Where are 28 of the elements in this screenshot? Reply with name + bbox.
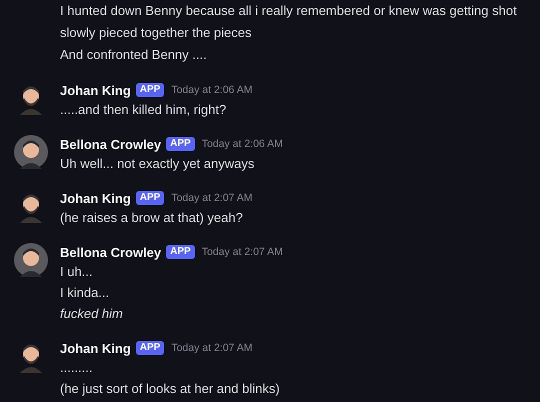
message-text: I kinda... — [60, 284, 110, 302]
timestamp: Today at 2:07 AM — [202, 246, 283, 258]
author-name[interactable]: Johan King — [60, 340, 131, 356]
message-text: I hunted down Benny because all i really remembered or knew was getting shot — [60, 2, 517, 20]
message-text: .....and then killed him, right? — [60, 101, 228, 119]
timestamp: Today at 2:07 AM — [171, 342, 252, 354]
author-name[interactable]: Bellona Crowley — [60, 136, 162, 152]
app-tag: APP — [166, 137, 195, 151]
message-text: And confronted Benny .... — [60, 46, 208, 64]
message-text: (he just sort of looks at her and blinks) — [60, 380, 280, 398]
message-text: Uh well... not exactly yet anyways — [60, 155, 256, 173]
message-text: fucked him — [60, 305, 124, 323]
message-text: slowly pieced together the pieces — [60, 24, 253, 42]
message-text: (he raises a brow at that) yeah? — [60, 209, 244, 227]
timestamp: Today at 2:06 AM — [171, 84, 252, 96]
app-tag: APP — [136, 191, 164, 205]
timestamp: Today at 2:06 AM — [202, 138, 283, 150]
author-name[interactable]: Bellona Crowley — [60, 244, 162, 260]
author-name[interactable]: Johan King — [60, 190, 131, 206]
app-tag: APP — [136, 83, 164, 97]
timestamp: Today at 2:07 AM — [171, 192, 252, 204]
app-tag: APP — [166, 245, 195, 259]
avatar-icon — [14, 243, 48, 277]
author-name[interactable]: Johan King — [60, 82, 131, 98]
message-text: I uh... — [60, 263, 94, 281]
app-tag: APP — [136, 341, 164, 355]
avatar-icon — [14, 135, 48, 169]
message-text: ......... — [60, 359, 94, 377]
